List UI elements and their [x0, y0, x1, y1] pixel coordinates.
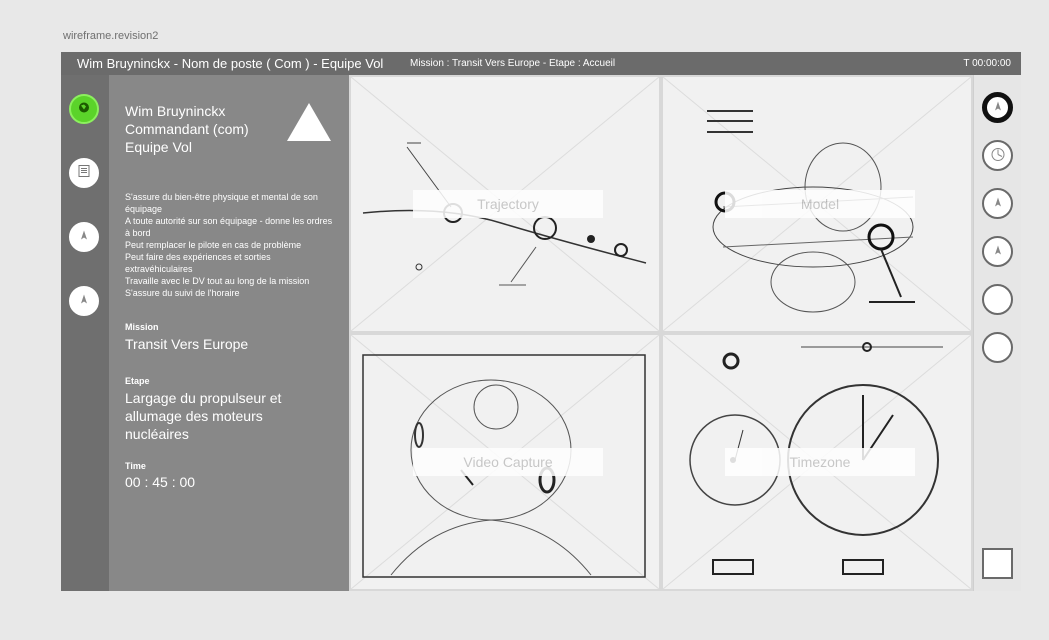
globe-icon — [78, 102, 90, 117]
top-bar: Wim Bruyninckx - Nom de poste ( Com ) - … — [61, 52, 1021, 75]
crew-role: Commandant (com) — [125, 121, 249, 137]
model-label: Model — [725, 190, 915, 218]
left-nav-document-button[interactable] — [69, 158, 99, 188]
compass-icon — [78, 294, 90, 309]
right-tool-compass-2[interactable] — [982, 236, 1013, 267]
mission-timer: T 00:00:00 — [963, 58, 1011, 69]
duty-item: S'assure du suivi de l'horaire — [125, 288, 240, 298]
crew-info-panel: Wim Bruyninckx Commandant (com) Equipe V… — [109, 75, 349, 591]
duties-list: S'assure du bien-être physique et mental… — [125, 191, 335, 299]
video-capture-tile[interactable]: Video Capture — [351, 335, 659, 589]
user-title: Wim Bruyninckx - Nom de poste ( Com ) - … — [77, 56, 384, 71]
duty-item: Peut faire des expériences et sorties ex… — [125, 252, 271, 274]
time-value: 00 : 45 : 00 — [125, 474, 196, 490]
compass-icon — [78, 230, 90, 245]
left-nav-globe-button[interactable] — [69, 94, 99, 124]
stage-value: Largage du propulseur et allumage des mo… — [125, 390, 282, 442]
right-toolbar — [973, 75, 1021, 591]
time-label: Time — [125, 461, 146, 471]
revision-label: wireframe.revision2 — [63, 30, 159, 42]
right-tool-empty-1[interactable] — [982, 284, 1013, 315]
triangle-icon — [287, 103, 331, 141]
crew-name-block: Wim Bruyninckx Commandant (com) Equipe V… — [125, 102, 249, 156]
right-tool-square-button[interactable] — [982, 548, 1013, 579]
compass-icon — [993, 244, 1003, 259]
left-nav — [61, 75, 109, 591]
duty-item: S'assure du bien-être physique et mental… — [125, 192, 318, 214]
right-tool-clock[interactable] — [982, 140, 1013, 171]
widget-grid: Trajectory Model Video Capture Timezone — [349, 75, 973, 591]
compass-icon — [993, 100, 1003, 115]
mission-breadcrumb: Mission : Transit Vers Europe - Etape : … — [410, 58, 616, 69]
duty-item: A toute autorité sur son équipage - donn… — [125, 216, 333, 238]
stage-label: Etape — [125, 376, 150, 386]
trajectory-label: Trajectory — [413, 190, 603, 218]
right-tool-empty-2[interactable] — [982, 332, 1013, 363]
trajectory-tile[interactable]: Trajectory — [351, 77, 659, 331]
right-tool-compass-active[interactable] — [982, 92, 1013, 123]
right-tool-compass-1[interactable] — [982, 188, 1013, 219]
left-nav-compass-button-1[interactable] — [69, 222, 99, 252]
video-capture-label: Video Capture — [413, 448, 603, 476]
crew-name: Wim Bruyninckx — [125, 103, 226, 119]
left-nav-compass-button-2[interactable] — [69, 286, 99, 316]
timezone-tile[interactable]: Timezone — [663, 335, 971, 589]
document-icon — [77, 165, 91, 182]
clock-icon — [990, 146, 1006, 165]
duty-item: Peut remplacer le pilote en cas de probl… — [125, 240, 302, 250]
mission-value: Transit Vers Europe — [125, 336, 249, 352]
timezone-label: Timezone — [725, 448, 915, 476]
duty-item: Travaille avec le DV tout au long de la … — [125, 276, 310, 286]
mission-label: Mission — [125, 322, 159, 332]
compass-icon — [993, 196, 1003, 211]
model-tile[interactable]: Model — [663, 77, 971, 331]
crew-team: Equipe Vol — [125, 139, 192, 155]
